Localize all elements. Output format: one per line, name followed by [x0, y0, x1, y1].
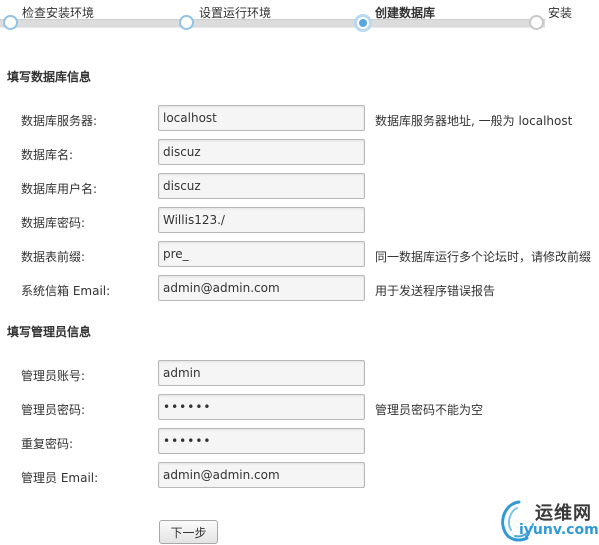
db-server-label: 数据库服务器: [21, 114, 98, 128]
db-server-row: 数据库服务器: 数据库服务器地址, 一般为 localhost [0, 105, 599, 133]
system-email-hint: 用于发送程序错误报告 [375, 284, 496, 298]
admin-email-row: 管理员 Email: [0, 462, 599, 490]
db-name-input[interactable] [158, 139, 365, 165]
step-pending-icon [529, 15, 544, 30]
admin-password-input[interactable] [158, 394, 365, 420]
step-label-create-db: 创建数据库 [375, 6, 436, 20]
db-user-row: 数据库用户名: [0, 173, 599, 201]
admin-account-label: 管理员账号: [21, 369, 86, 383]
step-done-icon [179, 15, 194, 30]
system-email-row: 系统信箱 Email: 用于发送程序错误报告 [0, 275, 599, 303]
watermark-en-text: iyunv.com [519, 522, 599, 538]
db-prefix-hint: 同一数据库运行多个论坛时，请修改前缀 [375, 250, 592, 264]
admin-email-label: 管理员 Email: [21, 471, 99, 485]
step-label-install: 安装 [548, 6, 573, 20]
db-server-hint: 数据库服务器地址, 一般为 localhost [375, 114, 573, 128]
admin-section-title: 填写管理员信息 [7, 325, 92, 339]
admin-password-row: 管理员密码: 管理员密码不能为空 [0, 394, 599, 422]
db-section-title: 填写数据库信息 [7, 70, 92, 84]
system-email-input[interactable] [158, 275, 365, 301]
system-email-label: 系统信箱 Email: [21, 284, 111, 298]
admin-password-label: 管理员密码: [21, 403, 86, 417]
next-step-button[interactable]: 下一步 [159, 520, 218, 544]
repeat-password-row: 重复密码: [0, 428, 599, 456]
step-done-icon [3, 15, 18, 30]
db-prefix-input[interactable] [158, 241, 365, 267]
repeat-password-input[interactable] [158, 428, 365, 454]
step-label-check-env: 检查安装环境 [22, 6, 95, 20]
site-watermark-logo: 运维网 iyunv.com [497, 496, 599, 545]
step-label-setup-env: 设置运行环境 [199, 6, 272, 20]
db-name-row: 数据库名: [0, 139, 599, 167]
db-prefix-label: 数据表前缀: [21, 250, 86, 264]
db-password-label: 数据库密码: [21, 216, 86, 230]
db-user-label: 数据库用户名: [21, 182, 98, 196]
db-name-label: 数据库名: [21, 148, 74, 162]
step-current-icon [354, 14, 372, 32]
admin-password-hint: 管理员密码不能为空 [375, 403, 484, 417]
db-prefix-row: 数据表前缀: 同一数据库运行多个论坛时，请修改前缀 [0, 241, 599, 269]
db-server-input[interactable] [158, 105, 365, 131]
db-password-row: 数据库密码: [0, 207, 599, 235]
admin-email-input[interactable] [158, 462, 365, 488]
admin-account-input[interactable] [158, 360, 365, 386]
db-user-input[interactable] [158, 173, 365, 199]
admin-account-row: 管理员账号: [0, 360, 599, 388]
install-steps: 检查安装环境 设置运行环境 创建数据库 安装 [0, 0, 599, 36]
repeat-password-label: 重复密码: [21, 437, 74, 451]
db-password-input[interactable] [158, 207, 365, 233]
